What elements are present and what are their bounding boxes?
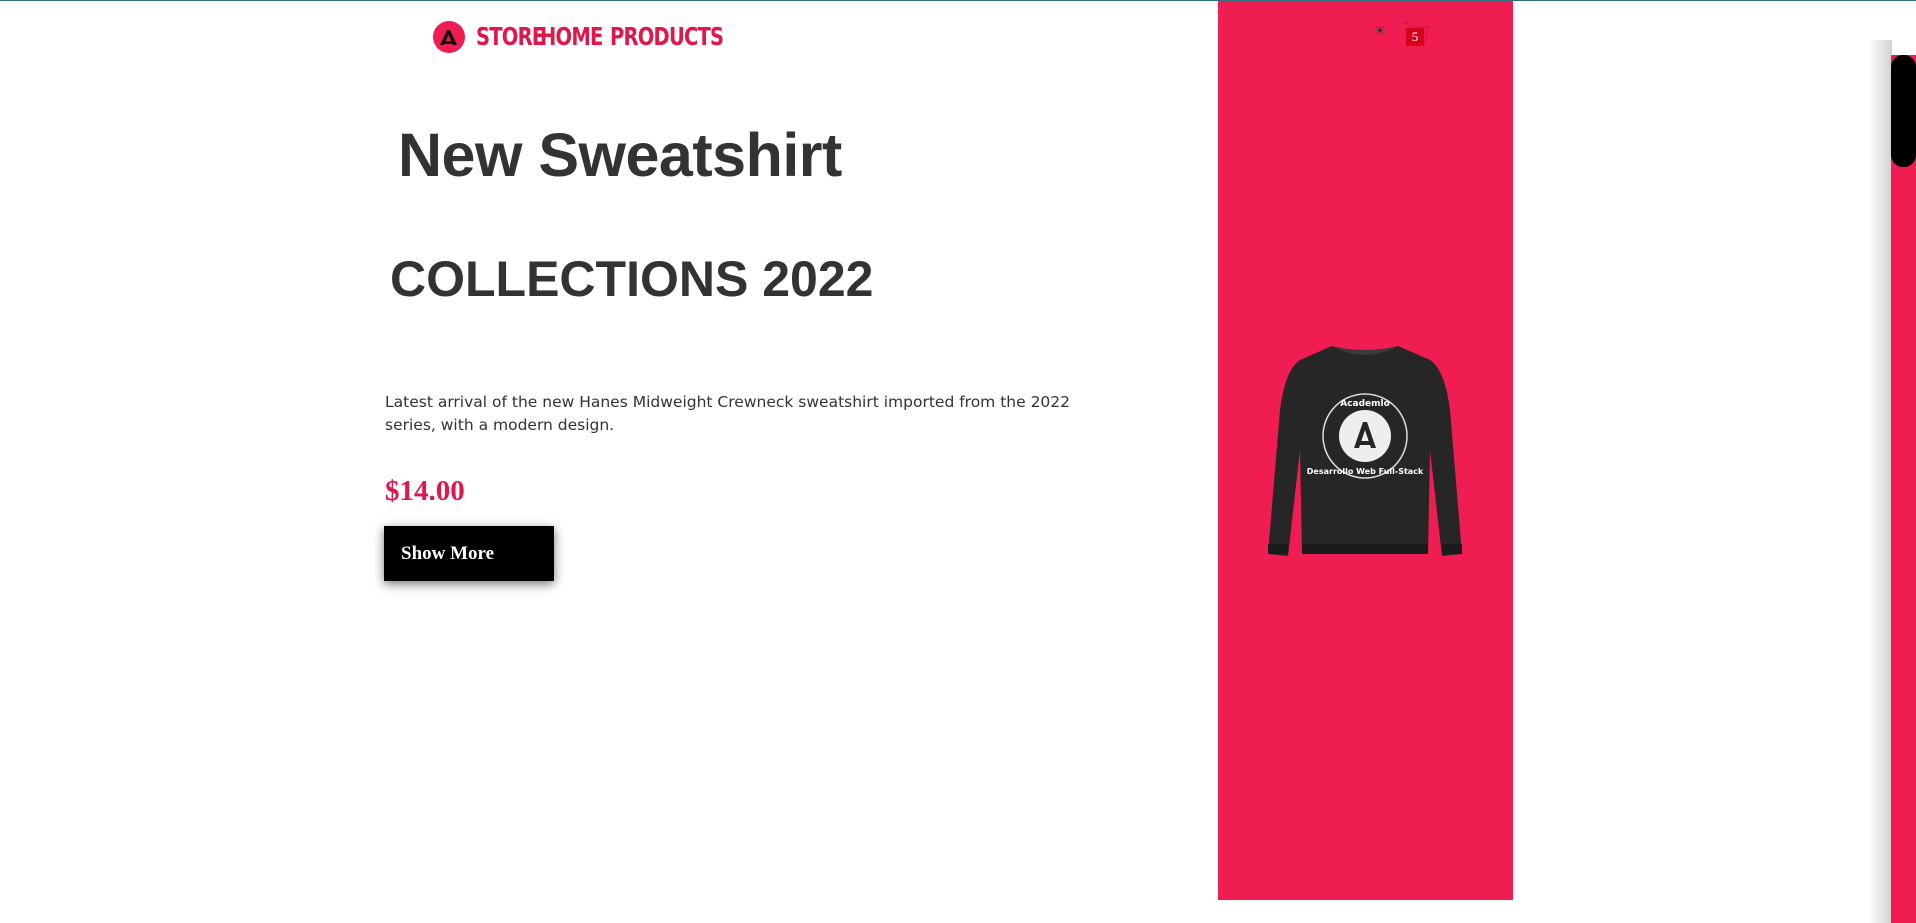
- nav-link-home[interactable]: HOME: [540, 20, 603, 54]
- hero-title: New Sweatshirt: [398, 121, 842, 189]
- window-top-border: [0, 0, 1916, 1]
- show-more-button[interactable]: Show More: [384, 526, 554, 581]
- nav-link-products[interactable]: PRODUCTS: [610, 20, 724, 54]
- nav-brand-store[interactable]: STORE: [476, 20, 545, 54]
- badge-top-text: Academlo: [1340, 399, 1390, 409]
- brand-logo-icon[interactable]: [433, 21, 465, 53]
- product-price: $14.00: [385, 475, 465, 507]
- sun-icon[interactable]: ☀: [1373, 24, 1387, 38]
- sweatshirt-image: Academlo Desarrollo Web Full-Stack: [1262, 340, 1468, 564]
- badge-bottom-text: Desarrollo Web Full-Stack: [1307, 467, 1424, 476]
- scrollbar-thumb[interactable]: [1891, 55, 1916, 167]
- scrollbar-shadow: [1868, 40, 1892, 923]
- hero-subtitle: COLLECTIONS 2022: [390, 251, 874, 307]
- scrollbar-track[interactable]: [1891, 55, 1916, 923]
- hero-description: Latest arrival of the new Hanes Midweigh…: [385, 393, 1071, 434]
- cart-count-badge: 5: [1406, 28, 1424, 46]
